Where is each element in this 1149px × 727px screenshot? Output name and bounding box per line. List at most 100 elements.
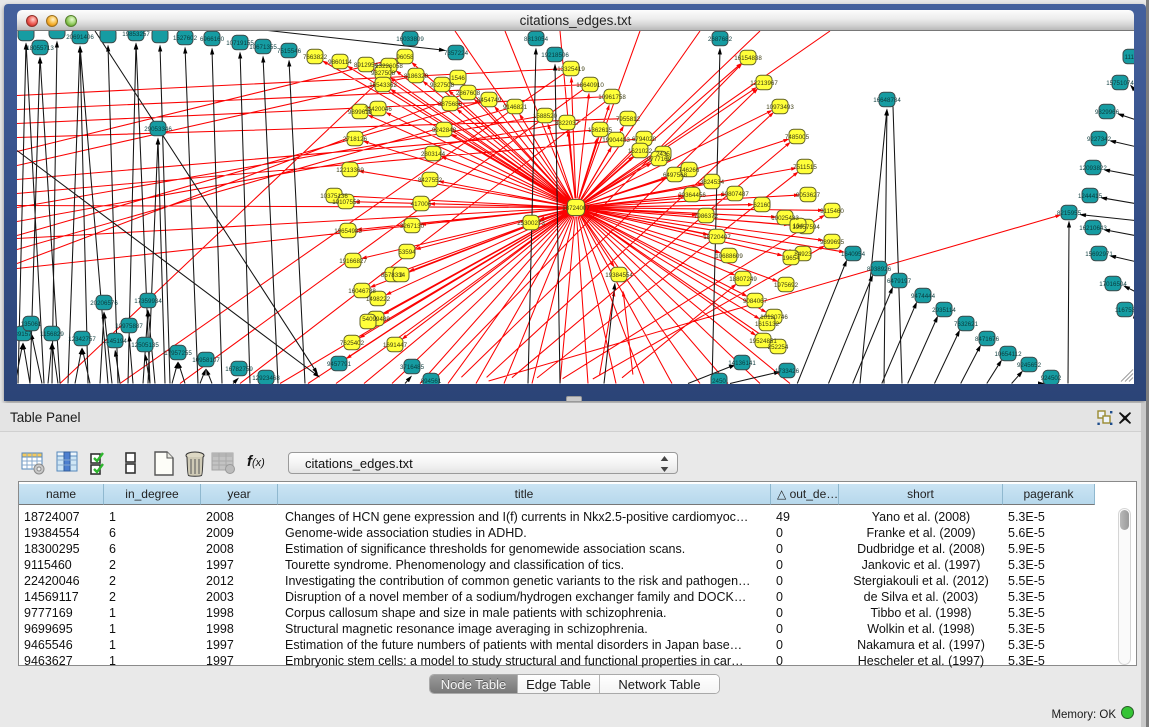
svg-text:17957255: 17957255: [164, 350, 192, 357]
svg-text:9777169: 9777169: [647, 156, 672, 163]
svg-text:1733426: 1733426: [775, 368, 800, 375]
svg-text:13226058: 13226058: [375, 63, 403, 70]
svg-text:16046788: 16046788: [348, 288, 376, 295]
svg-text:9227342: 9227342: [1087, 136, 1112, 143]
svg-text:18807249: 18807249: [729, 276, 757, 283]
svg-text:2935114: 2935114: [932, 307, 956, 314]
svg-text:10688609: 10688609: [715, 253, 743, 260]
svg-text:9899695: 9899695: [820, 239, 845, 246]
svg-text:2718126: 2718126: [343, 136, 368, 143]
svg-text:6479197: 6479197: [887, 278, 912, 285]
svg-text:7515546: 7515546: [277, 48, 302, 55]
svg-text:16210643: 16210643: [1079, 225, 1107, 232]
svg-text:9053627: 9053627: [796, 192, 821, 199]
svg-text:9329966: 9329966: [1095, 109, 1120, 116]
svg-text:924502: 924502: [1041, 375, 1062, 382]
svg-text:9084067: 9084067: [743, 298, 768, 305]
svg-text:2803144: 2803144: [421, 151, 446, 158]
svg-text:1640954: 1640954: [841, 251, 866, 258]
svg-text:2450: 2450: [712, 378, 726, 384]
svg-text:7632621: 7632621: [954, 321, 979, 328]
svg-text:17016504: 17016504: [1099, 281, 1127, 288]
svg-text:134: 134: [793, 223, 804, 230]
svg-text:8454749: 8454749: [477, 97, 502, 104]
svg-text:9457791: 9457791: [327, 361, 352, 368]
svg-text:29053346: 29053346: [144, 126, 172, 133]
svg-text:3716485: 3716485: [400, 364, 425, 371]
svg-text:19218506: 19218506: [541, 52, 569, 59]
svg-text:8322037: 8322037: [555, 120, 580, 127]
svg-text:252254: 252254: [768, 344, 789, 351]
svg-text:9327508: 9327508: [371, 70, 396, 77]
svg-text:9474444: 9474444: [911, 293, 936, 300]
svg-text:12213967: 12213967: [750, 80, 778, 87]
svg-text:10958107: 10958107: [192, 357, 220, 364]
svg-text:16543362: 16543362: [369, 82, 397, 89]
svg-text:7663822: 7663822: [303, 54, 328, 61]
svg-text:9899618: 9899618: [348, 109, 373, 116]
svg-text:15692971: 15692971: [1085, 251, 1113, 258]
svg-text:8186328: 8186328: [404, 73, 429, 80]
svg-text:16648784: 16648784: [873, 97, 901, 104]
svg-text:1498222: 1498222: [366, 296, 391, 303]
svg-text:7511515: 7511515: [793, 164, 817, 171]
svg-text:1117: 1117: [1125, 54, 1134, 61]
svg-text:746266: 746266: [679, 167, 700, 174]
svg-text:10025433: 10025433: [771, 215, 799, 222]
svg-text:25300273: 25300273: [517, 220, 545, 227]
svg-text:18055713: 18055713: [26, 45, 54, 52]
svg-text:1546: 1546: [451, 75, 465, 82]
svg-text:12923468: 12923468: [252, 375, 280, 382]
svg-text:16154838: 16154838: [734, 55, 762, 62]
svg-text:16033809: 16033809: [396, 36, 424, 43]
svg-text:16782759: 16782759: [225, 366, 253, 373]
svg-text:894561: 894561: [421, 378, 442, 384]
svg-text:8427552: 8427552: [418, 177, 443, 184]
svg-text:8813054: 8813054: [524, 36, 549, 43]
svg-text:19384554: 19384554: [605, 272, 633, 279]
svg-text:1691447: 1691447: [383, 342, 408, 349]
svg-text:2: 2: [399, 272, 403, 279]
svg-text:1975692: 1975692: [774, 282, 799, 289]
svg-text:9242848: 9242848: [432, 127, 457, 134]
svg-text:18724007: 18724007: [562, 205, 590, 212]
svg-text:1615132: 1615132: [755, 321, 780, 328]
svg-text:19853257: 19853257: [122, 31, 150, 38]
svg-text:3875685: 3875685: [438, 101, 463, 108]
svg-text:10120746: 10120746: [760, 314, 788, 321]
svg-text:20206576: 20206576: [90, 300, 118, 307]
svg-text:8471676: 8471676: [975, 336, 1000, 343]
svg-text:9146821: 9146821: [503, 104, 528, 111]
svg-text:10654112: 10654112: [994, 351, 1022, 358]
svg-text:54099489: 54099489: [362, 316, 390, 323]
svg-text:53594: 53594: [398, 249, 416, 256]
svg-text:18640910: 18640910: [576, 82, 604, 89]
svg-text:6966160: 6966160: [200, 36, 225, 43]
svg-text:1621022: 1621022: [628, 148, 653, 155]
svg-text:12093822: 12093822: [1079, 165, 1107, 172]
svg-text:3824534: 3824534: [700, 179, 725, 186]
svg-text:7986372: 7986372: [694, 213, 719, 220]
svg-text:14136141: 14136141: [728, 360, 756, 367]
svg-text:116753: 116753: [1115, 307, 1134, 314]
svg-text:62160: 62160: [753, 202, 771, 209]
svg-text:1145194: 1145194: [103, 338, 127, 345]
svg-text:7625402: 7625402: [340, 340, 365, 347]
svg-text:9327508: 9327508: [430, 82, 455, 89]
svg-text:7357224: 7357224: [444, 50, 469, 57]
svg-text:7485005: 7485005: [785, 134, 810, 141]
svg-text:8215955: 8215955: [1057, 210, 1082, 217]
svg-text:18720407: 18720407: [703, 234, 731, 241]
svg-text:9115460: 9115460: [820, 208, 844, 215]
svg-text:10975887: 10975887: [115, 323, 143, 330]
svg-text:1362615: 1362615: [588, 127, 613, 134]
svg-text:17359934: 17359934: [134, 298, 162, 305]
svg-text:9860114: 9860114: [328, 59, 352, 66]
svg-text:10807487: 10807487: [721, 191, 749, 198]
svg-text:10961758: 10961758: [598, 94, 626, 101]
svg-text:13325419: 13325419: [557, 66, 585, 73]
svg-text:19654: 19654: [782, 255, 800, 262]
svg-text:1588520: 1588520: [533, 113, 558, 120]
svg-text:8938926: 8938926: [867, 266, 892, 273]
svg-text:20691406: 20691406: [66, 34, 94, 41]
